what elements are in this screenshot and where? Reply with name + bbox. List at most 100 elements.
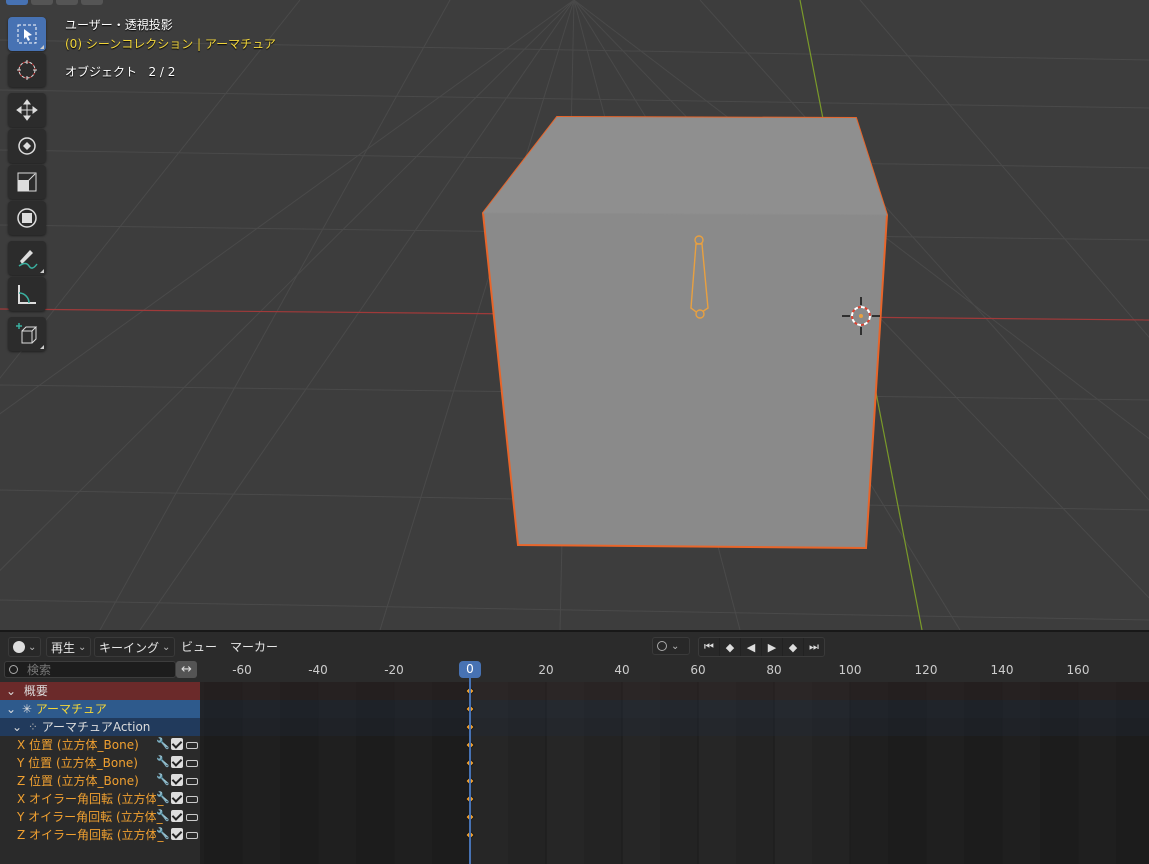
modifier-wrench-icon[interactable]: 🔧 xyxy=(156,792,170,804)
modifier-wrench-icon[interactable]: 🔧 xyxy=(156,738,170,750)
mode-tab-2[interactable] xyxy=(31,0,53,5)
ruler-tick-label: 40 xyxy=(614,663,630,677)
lock-icon[interactable] xyxy=(186,742,198,749)
jump-start-icon[interactable]: ⏮ xyxy=(699,638,720,656)
mode-tab-1[interactable] xyxy=(6,0,28,5)
marker-menu[interactable]: マーカー xyxy=(230,637,278,655)
ruler-tick-label: 120 xyxy=(914,663,938,677)
mute-checkbox[interactable] xyxy=(171,774,183,786)
modifier-wrench-icon[interactable]: 🔧 xyxy=(156,828,170,840)
objects-label: オブジェクト xyxy=(65,65,138,79)
keying-menu[interactable]: キーイング ⌄ xyxy=(94,637,176,657)
auto-keying-toggle[interactable]: ⌄ xyxy=(652,637,690,655)
channel-action-label: アーマチュアAction xyxy=(41,720,151,734)
measure-tool[interactable] xyxy=(8,277,46,311)
playback-menu-label: 再生 xyxy=(51,640,76,655)
collection-label: (0) シーンコレクション | アーマチュア xyxy=(65,37,276,51)
lock-icon[interactable] xyxy=(186,814,198,821)
viewport-grid xyxy=(0,0,1149,630)
mute-checkbox[interactable] xyxy=(171,756,183,768)
lock-icon[interactable] xyxy=(186,832,198,839)
dopesheet-area[interactable] xyxy=(200,682,1149,864)
mute-checkbox[interactable] xyxy=(171,828,183,840)
rotate-icon xyxy=(18,137,36,155)
play-icon[interactable]: ▶ xyxy=(762,638,783,656)
3d-viewport[interactable]: ユーザー・透視投影 (0) シーンコレクション | アーマチュア オブジェクト … xyxy=(0,0,1149,630)
mute-checkbox[interactable] xyxy=(171,738,183,750)
select-box-tool[interactable] xyxy=(8,17,46,51)
chevron-down-icon[interactable]: ⌄ xyxy=(12,720,22,734)
record-icon xyxy=(657,641,667,651)
channel-object[interactable]: ⌄ ✳ アーマチュア xyxy=(0,700,200,718)
timeline-editor[interactable]: ⌄ 再生 ⌄ キーイング ⌄ ビュー マーカー ⌄ ⏮ ◆ ◀ ▶ ◆ ⏭ 検索… xyxy=(0,630,1149,864)
objects-stat: オブジェクト 2 / 2 xyxy=(65,63,175,80)
scale-icon xyxy=(17,172,37,192)
channel-row-tint xyxy=(200,682,1149,700)
swap-channels-button[interactable]: ↔ xyxy=(176,661,197,678)
ruler-tick-label: -40 xyxy=(308,663,328,677)
channel-fcurve-label: X 位置 (立方体_Bone) xyxy=(17,738,139,752)
channel-fcurve[interactable]: Z オイラー角回転 (立方体_ 🔧 xyxy=(0,826,200,844)
tool-shelf xyxy=(8,17,48,351)
transform-icon xyxy=(17,208,37,228)
channel-fcurve[interactable]: Y 位置 (立方体_Bone) 🔧 xyxy=(0,754,200,772)
annotate-tool[interactable] xyxy=(8,241,46,275)
chevron-down-icon[interactable]: ⌄ xyxy=(6,702,16,716)
cursor-icon xyxy=(17,60,37,80)
prev-keyframe-icon[interactable]: ◆ xyxy=(720,638,741,656)
channel-fcurve[interactable]: Z 位置 (立方体_Bone) 🔧 xyxy=(0,772,200,790)
modifier-wrench-icon[interactable]: 🔧 xyxy=(156,756,170,768)
search-input[interactable]: 検索 xyxy=(4,661,176,678)
lock-icon[interactable] xyxy=(186,778,198,785)
armature-icon: ✳ xyxy=(21,702,32,716)
mute-checkbox[interactable] xyxy=(171,792,183,804)
dopesheet-canvas xyxy=(200,682,1149,864)
add-cube-icon xyxy=(16,323,38,344)
playback-controls: ⏮ ◆ ◀ ▶ ◆ ⏭ xyxy=(698,637,825,657)
channel-fcurve-label: Z 位置 (立方体_Bone) xyxy=(17,774,139,788)
channel-fcurve-label: Y オイラー角回転 (立方体_ xyxy=(17,810,163,824)
keying-menu-label: キーイング xyxy=(99,640,160,655)
channel-fcurve[interactable]: X 位置 (立方体_Bone) 🔧 xyxy=(0,736,200,754)
lock-icon[interactable] xyxy=(186,760,198,767)
ruler-tick-label: 140 xyxy=(990,663,1014,677)
ruler-tick-label: -60 xyxy=(232,663,252,677)
cursor-tool[interactable] xyxy=(8,53,46,87)
channel-fcurve[interactable]: X オイラー角回転 (立方体_ 🔧 xyxy=(0,790,200,808)
scale-tool[interactable] xyxy=(8,165,46,199)
chevron-down-icon: ⌄ xyxy=(671,640,680,652)
channel-fcurve[interactable]: Y オイラー角回転 (立方体_ 🔧 xyxy=(0,808,200,826)
mode-tab-4[interactable] xyxy=(81,0,103,5)
add-cube-tool[interactable] xyxy=(8,317,46,351)
search-icon xyxy=(9,665,18,674)
modifier-wrench-icon[interactable]: 🔧 xyxy=(156,774,170,786)
ruler-tick-label: 20 xyxy=(538,663,554,677)
lock-icon[interactable] xyxy=(186,796,198,803)
channel-action[interactable]: ⌄ ⁘ アーマチュアAction xyxy=(0,718,200,736)
chevron-down-icon[interactable]: ⌄ xyxy=(6,684,16,698)
modifier-wrench-icon[interactable]: 🔧 xyxy=(156,810,170,822)
channel-row-tint xyxy=(200,700,1149,718)
move-tool[interactable] xyxy=(8,93,46,127)
play-reverse-icon[interactable]: ◀ xyxy=(741,638,762,656)
channel-fcurve-label: Z オイラー角回転 (立方体_ xyxy=(17,828,164,842)
view-menu[interactable]: ビュー xyxy=(181,637,217,655)
objects-count: 2 / 2 xyxy=(148,65,176,79)
current-frame-indicator[interactable]: 0 xyxy=(459,661,481,678)
playback-menu[interactable]: 再生 ⌄ xyxy=(46,637,92,657)
editor-type-dropdown[interactable]: ⌄ xyxy=(8,637,42,657)
ruler-tick-label: 80 xyxy=(766,663,782,677)
next-keyframe-icon[interactable]: ◆ xyxy=(783,638,804,656)
rotate-tool[interactable] xyxy=(8,129,46,163)
timeline-header: ⌄ 再生 ⌄ キーイング ⌄ ビュー マーカー ⌄ ⏮ ◆ ◀ ▶ ◆ ⏭ xyxy=(0,630,1149,658)
jump-end-icon[interactable]: ⏭ xyxy=(804,638,824,656)
annotate-icon xyxy=(18,250,38,269)
header-tabs-strip[interactable] xyxy=(6,0,103,5)
transform-tool[interactable] xyxy=(8,201,46,235)
channel-summary-label: 概要 xyxy=(23,684,48,698)
channel-summary[interactable]: ⌄ 概要 xyxy=(0,682,200,700)
mode-tab-3[interactable] xyxy=(56,0,78,5)
mute-checkbox[interactable] xyxy=(171,810,183,822)
channel-fcurve-label: Y 位置 (立方体_Bone) xyxy=(17,756,138,770)
frame-ruler[interactable]: -60-40-200204060801001201401601 xyxy=(200,658,1149,682)
